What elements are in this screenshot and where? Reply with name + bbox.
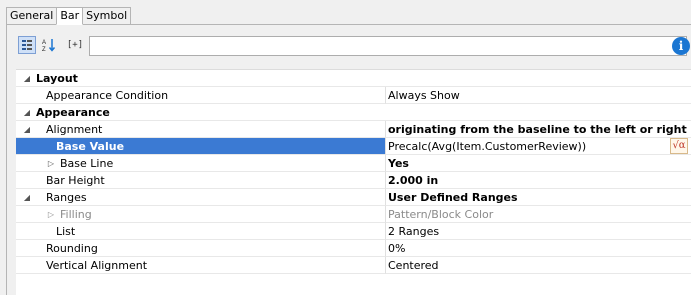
property-row[interactable]: List 2 Ranges — [16, 223, 691, 240]
property-row[interactable]: Vertical Alignment Centered — [16, 257, 691, 274]
svg-text:A: A — [42, 40, 46, 46]
expand-all-label: [+] — [66, 40, 84, 50]
property-name: Ranges — [46, 191, 87, 204]
property-grid: ◢ Layout Appearance Condition Always Sho… — [16, 69, 691, 295]
property-name: Vertical Alignment — [46, 259, 148, 272]
property-name: Appearance Condition — [46, 89, 169, 102]
property-name-cell: Vertical Alignment — [16, 257, 386, 274]
property-name-cell: Base Value — [16, 138, 386, 155]
property-name: List — [56, 225, 76, 238]
info-button[interactable]: i — [672, 37, 690, 55]
property-toolbar: A Z [+] — [18, 36, 92, 54]
property-name-cell: Appearance Condition — [16, 87, 386, 104]
property-value-cell[interactable]: Precalc(Avg(Item.CustomerReview)) √α — [386, 138, 691, 155]
collapse-icon[interactable]: ◢ — [22, 121, 32, 138]
tab-strip: General Bar Symbol — [6, 7, 132, 25]
property-name: Base Line — [60, 157, 114, 170]
property-row[interactable]: ◢ Ranges User Defined Ranges — [16, 189, 691, 206]
tab-general[interactable]: General — [6, 7, 58, 25]
expand-all-button[interactable]: [+] — [62, 36, 88, 54]
collapse-icon[interactable]: ◢ — [22, 70, 32, 87]
tab-symbol[interactable]: Symbol — [82, 7, 132, 25]
property-name-cell: Bar Height — [16, 172, 386, 189]
property-name-cell: ▷ Base Line — [16, 155, 386, 172]
formula-wizard-icon[interactable]: √α — [670, 138, 688, 154]
property-name: Rounding — [46, 242, 98, 255]
property-row[interactable]: ▷ Base Line Yes — [16, 155, 691, 172]
property-name-cell: ◢ Appearance — [16, 104, 691, 121]
property-name: Base Value — [56, 140, 125, 153]
categorized-view-button[interactable] — [18, 36, 36, 54]
property-name-cell: List — [16, 223, 386, 240]
property-row[interactable]: Bar Height 2.000 in — [16, 172, 691, 189]
expand-icon[interactable]: ▷ — [46, 206, 56, 223]
collapse-icon[interactable]: ◢ — [22, 104, 32, 121]
category-layout[interactable]: ◢ Layout — [16, 70, 691, 87]
categorized-icon — [22, 40, 32, 50]
property-value: Precalc(Avg(Item.CustomerReview)) — [388, 140, 587, 153]
property-value[interactable]: 2.000 in — [386, 172, 691, 189]
category-label: Layout — [36, 72, 78, 85]
object-selector[interactable] — [89, 36, 687, 56]
collapse-icon[interactable]: ◢ — [22, 189, 32, 206]
property-row[interactable]: Rounding 0% — [16, 240, 691, 257]
sort-az-icon: A Z — [42, 39, 56, 52]
property-value[interactable]: User Defined Ranges — [386, 189, 691, 206]
property-value[interactable]: Centered — [386, 257, 691, 274]
property-name-cell: ◢ Layout — [16, 70, 691, 87]
property-value[interactable]: Pattern/Block Color — [386, 206, 691, 223]
property-row[interactable]: Appearance Condition Always Show — [16, 87, 691, 104]
property-name-cell: ▷ Filling — [16, 206, 386, 223]
property-row-selected[interactable]: Base Value Precalc(Avg(Item.CustomerRevi… — [16, 138, 691, 155]
svg-text:Z: Z — [42, 47, 46, 52]
property-value[interactable]: 2 Ranges — [386, 223, 691, 240]
property-row[interactable]: ▷ Filling Pattern/Block Color — [16, 206, 691, 223]
tab-bar[interactable]: Bar — [56, 7, 84, 25]
property-panel: A Z [+] i ◢ Layout Appearance Condition — [6, 24, 691, 295]
category-label: Appearance — [36, 106, 110, 119]
category-appearance[interactable]: ◢ Appearance — [16, 104, 691, 121]
property-value[interactable]: 0% — [386, 240, 691, 257]
property-name-cell: Rounding — [16, 240, 386, 257]
property-name: Alignment — [46, 123, 103, 136]
property-value[interactable]: Always Show — [386, 87, 691, 104]
property-name: Bar Height — [46, 174, 105, 187]
property-value[interactable]: Yes — [386, 155, 691, 172]
property-name-cell: ◢ Ranges — [16, 189, 386, 206]
property-name: Filling — [60, 208, 92, 221]
property-name-cell: ◢ Alignment — [16, 121, 386, 138]
sort-alphabetical-button[interactable]: A Z — [40, 36, 58, 54]
property-value[interactable]: originating from the baseline to the lef… — [386, 121, 691, 138]
expand-icon[interactable]: ▷ — [46, 155, 56, 172]
property-row[interactable]: ◢ Alignment originating from the baselin… — [16, 121, 691, 138]
